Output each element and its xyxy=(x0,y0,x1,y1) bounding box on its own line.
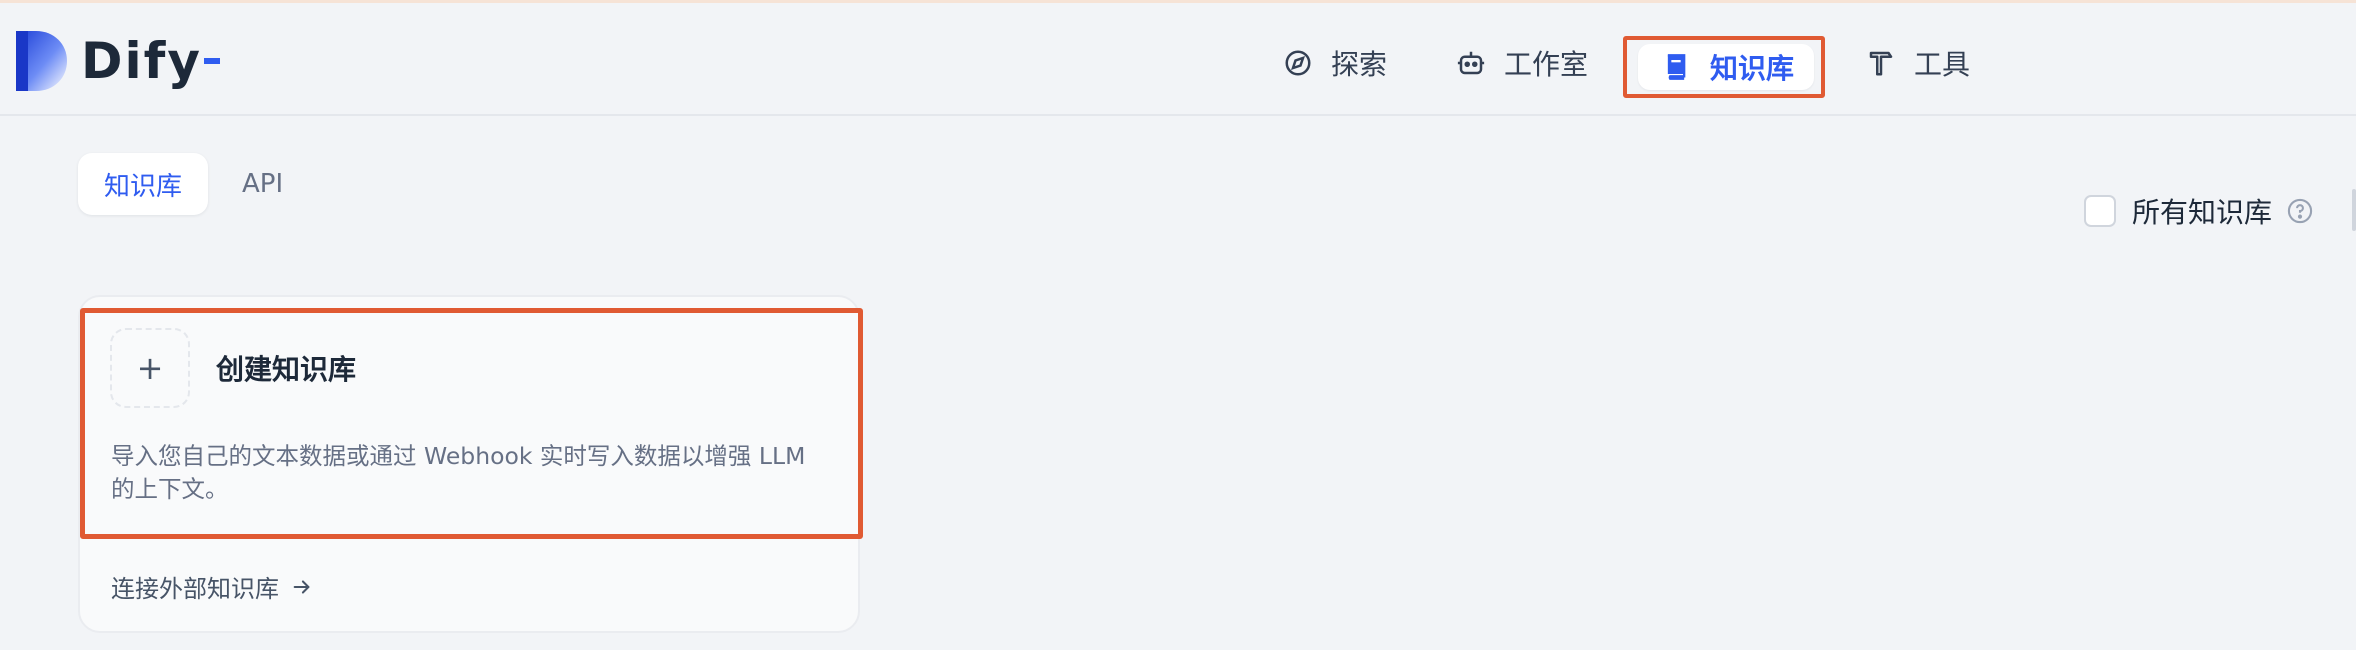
create-knowledge-title: 创建知识库 xyxy=(216,353,357,386)
connect-external-knowledge-link[interactable]: 连接外部知识库 xyxy=(111,569,313,604)
compass-icon xyxy=(1285,50,1311,76)
top-header: Dify 探索 工作室 知识库 工具 xyxy=(0,3,2356,116)
nav-studio[interactable]: 工作室 xyxy=(1456,39,1588,87)
create-knowledge-button[interactable]: + 创建知识库 xyxy=(110,328,356,408)
all-knowledge-label: 所有知识库 xyxy=(2132,196,2273,229)
app-page: Dify 探索 工作室 知识库 工具 知识库 API 所有知识库 + 创建知识库… xyxy=(0,0,2356,650)
nav-knowledge[interactable]: 知识库 xyxy=(1638,44,1815,90)
plus-icon: + xyxy=(110,328,190,408)
nav-studio-label: 工作室 xyxy=(1504,48,1589,81)
tab-knowledge[interactable]: 知识库 xyxy=(78,153,209,215)
description-line-2: 的上下文。 xyxy=(111,475,229,503)
all-knowledge-filter: 所有知识库 xyxy=(2084,191,2314,231)
hammer-icon xyxy=(1869,51,1893,76)
book-icon xyxy=(1667,54,1686,80)
robot-icon xyxy=(1457,51,1485,75)
create-knowledge-description: 导入您自己的文本数据或通过 Webhook 实时写入数据以增强 LLM 的上下文… xyxy=(111,440,831,506)
nav-tools-label: 工具 xyxy=(1914,48,1971,81)
help-icon[interactable] xyxy=(2286,197,2314,225)
nav-tools[interactable]: 工具 xyxy=(1866,39,1970,87)
logo-text: Dify xyxy=(81,32,202,90)
tab-api[interactable]: API xyxy=(216,153,309,215)
dify-logo[interactable]: Dify xyxy=(16,31,220,91)
dify-logo-icon xyxy=(16,31,67,91)
logo-cursor xyxy=(204,58,220,64)
nav-knowledge-label: 知识库 xyxy=(1710,52,1795,85)
arrow-right-icon xyxy=(293,579,310,594)
external-link-label: 连接外部知识库 xyxy=(111,575,279,603)
description-line-1: 导入您自己的文本数据或通过 Webhook 实时写入数据以增强 LLM xyxy=(111,442,806,470)
knowledge-tabs: 知识库 API xyxy=(78,153,309,215)
all-knowledge-checkbox[interactable] xyxy=(2084,195,2116,227)
nav-explore-label: 探索 xyxy=(1331,48,1388,81)
nav-explore[interactable]: 探索 xyxy=(1283,39,1387,87)
search-input-edge[interactable] xyxy=(2352,189,2356,231)
